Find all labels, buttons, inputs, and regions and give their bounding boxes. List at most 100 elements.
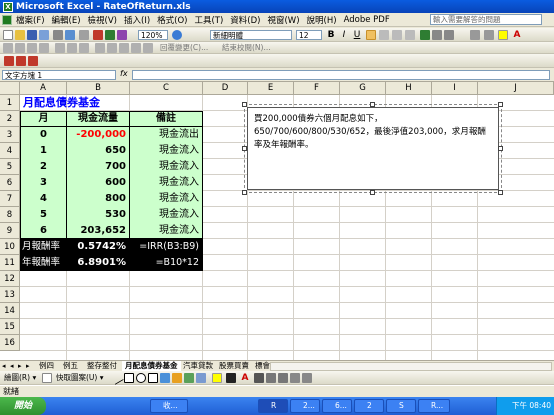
annual-return-formula[interactable]: =B10*12: [130, 255, 202, 271]
undo-icon[interactable]: [65, 30, 75, 40]
merge-center-icon[interactable]: [405, 30, 415, 40]
resize-handle[interactable]: [370, 190, 375, 195]
taskbar-item[interactable]: R...: [418, 399, 450, 413]
cashflow-cell[interactable]: 650: [67, 143, 129, 159]
cashflow-cell[interactable]: 203,652: [67, 223, 129, 239]
pdf-review-icon[interactable]: [28, 56, 38, 66]
row-header-10[interactable]: 10: [0, 239, 20, 255]
row-header-5[interactable]: 5: [0, 159, 20, 175]
monthly-return-value[interactable]: 0.5742%: [67, 239, 129, 255]
row-header-3[interactable]: 3: [0, 127, 20, 143]
month-cell[interactable]: 1: [21, 143, 66, 159]
tab-scroll-first-icon[interactable]: ◂: [2, 361, 6, 371]
menu-data[interactable]: 資料(D): [230, 14, 260, 26]
note-cell[interactable]: 現金流入: [130, 143, 202, 159]
row-header-14[interactable]: 14: [0, 303, 20, 319]
month-cell[interactable]: 5: [21, 207, 66, 223]
column-header-c[interactable]: C: [130, 82, 203, 95]
borders-icon[interactable]: [484, 30, 494, 40]
review-icon-5[interactable]: [55, 43, 65, 53]
month-cell[interactable]: 3: [21, 175, 66, 191]
cashflow-cell[interactable]: -200,000: [67, 127, 129, 143]
autosum-icon[interactable]: [105, 30, 115, 40]
annual-return-label[interactable]: 年報酬率: [22, 255, 67, 271]
month-cell[interactable]: 2: [21, 159, 66, 175]
name-box[interactable]: 文字方塊 1: [2, 70, 116, 80]
menu-view[interactable]: 檢視(V): [88, 14, 117, 26]
menu-tools[interactable]: 工具(T): [194, 14, 223, 26]
cashflow-cell[interactable]: 700: [67, 159, 129, 175]
menu-window[interactable]: 視窗(W): [267, 14, 299, 26]
month-cell[interactable]: 4: [21, 191, 66, 207]
print-icon[interactable]: [53, 30, 63, 40]
row-header-1[interactable]: 1: [0, 95, 20, 111]
tab-scroll-last-icon[interactable]: ▸: [26, 361, 30, 371]
underline-icon[interactable]: U: [352, 30, 362, 40]
redo-icon[interactable]: [79, 30, 89, 40]
month-cell[interactable]: 6: [21, 223, 66, 239]
resize-handle[interactable]: [498, 102, 503, 107]
row-header-13[interactable]: 13: [0, 287, 20, 303]
note-cell[interactable]: 現金流入: [130, 223, 202, 239]
draw-font-color-icon[interactable]: A: [240, 373, 250, 383]
line-color-icon[interactable]: [226, 373, 236, 383]
resize-handle[interactable]: [242, 190, 247, 195]
new-icon[interactable]: [3, 30, 13, 40]
row-header-4[interactable]: 4: [0, 143, 20, 159]
row-header-11[interactable]: 11: [0, 255, 20, 271]
resize-handle[interactable]: [242, 146, 247, 151]
note-cell[interactable]: 現金流入: [130, 175, 202, 191]
picture-icon[interactable]: [196, 373, 206, 383]
taskbar-item[interactable]: 2...: [290, 399, 320, 413]
autoshapes-menu-button[interactable]: 快取圖案(U) ▾: [56, 372, 104, 383]
review-icon-1[interactable]: [3, 43, 13, 53]
review-icon-3[interactable]: [27, 43, 37, 53]
row-header-2[interactable]: 2: [0, 111, 20, 127]
reply-changes-button[interactable]: 回覆變更(C)...: [160, 42, 208, 53]
shadow-icon[interactable]: [290, 373, 300, 383]
row-header-16[interactable]: 16: [0, 335, 20, 351]
row-header-7[interactable]: 7: [0, 191, 20, 207]
row-header-12[interactable]: 12: [0, 271, 20, 287]
align-center-icon[interactable]: [379, 30, 389, 40]
start-button[interactable]: 開始: [0, 397, 46, 415]
insert-function-icon[interactable]: fx: [120, 69, 128, 78]
menu-edit[interactable]: 編輯(E): [52, 14, 81, 26]
arrow-style-icon[interactable]: [278, 373, 288, 383]
review-icon-10[interactable]: [119, 43, 129, 53]
note-cell[interactable]: 現金流出: [130, 127, 202, 143]
review-icon-9[interactable]: [107, 43, 117, 53]
column-header-b[interactable]: B: [67, 82, 130, 95]
resize-handle[interactable]: [242, 102, 247, 107]
bold-icon[interactable]: B: [326, 30, 336, 40]
line-style-icon[interactable]: [254, 373, 264, 383]
align-right-icon[interactable]: [392, 30, 402, 40]
header-note[interactable]: 備註: [130, 111, 202, 127]
header-cashflow[interactable]: 現金流量: [67, 111, 129, 127]
row-header-8[interactable]: 8: [0, 207, 20, 223]
tab-example-5[interactable]: 例五: [60, 361, 81, 371]
font-size-select[interactable]: 12: [296, 30, 322, 40]
header-month[interactable]: 月: [21, 111, 66, 127]
sheet-title-cell[interactable]: 月配息債券基金: [23, 95, 203, 111]
font-name-select[interactable]: 新細明體: [210, 30, 292, 40]
column-header-d[interactable]: D: [203, 82, 248, 95]
open-icon[interactable]: [15, 30, 25, 40]
taskbar-item[interactable]: R: [258, 399, 288, 413]
annual-return-value[interactable]: 6.8901%: [67, 255, 129, 271]
comma-icon[interactable]: [444, 30, 454, 40]
problem-textbox[interactable]: 買200,000債券六個月配息如下， 650/700/600/800/530/6…: [247, 107, 499, 190]
cashflow-cell[interactable]: 600: [67, 175, 129, 191]
dash-style-icon[interactable]: [266, 373, 276, 383]
tab-example-4[interactable]: 例四: [36, 361, 57, 371]
menu-help[interactable]: 說明(H): [307, 14, 337, 26]
pdf-email-icon[interactable]: [16, 56, 26, 66]
cashflow-cell[interactable]: 530: [67, 207, 129, 223]
column-header-a[interactable]: A: [20, 82, 67, 95]
resize-handle[interactable]: [498, 146, 503, 151]
help-search-input[interactable]: 輸入需要解答的問題: [430, 14, 542, 25]
zoom-select[interactable]: 120%: [138, 30, 168, 40]
wordart-icon[interactable]: [160, 373, 170, 383]
review-icon-8[interactable]: [95, 43, 105, 53]
resize-handle[interactable]: [370, 102, 375, 107]
